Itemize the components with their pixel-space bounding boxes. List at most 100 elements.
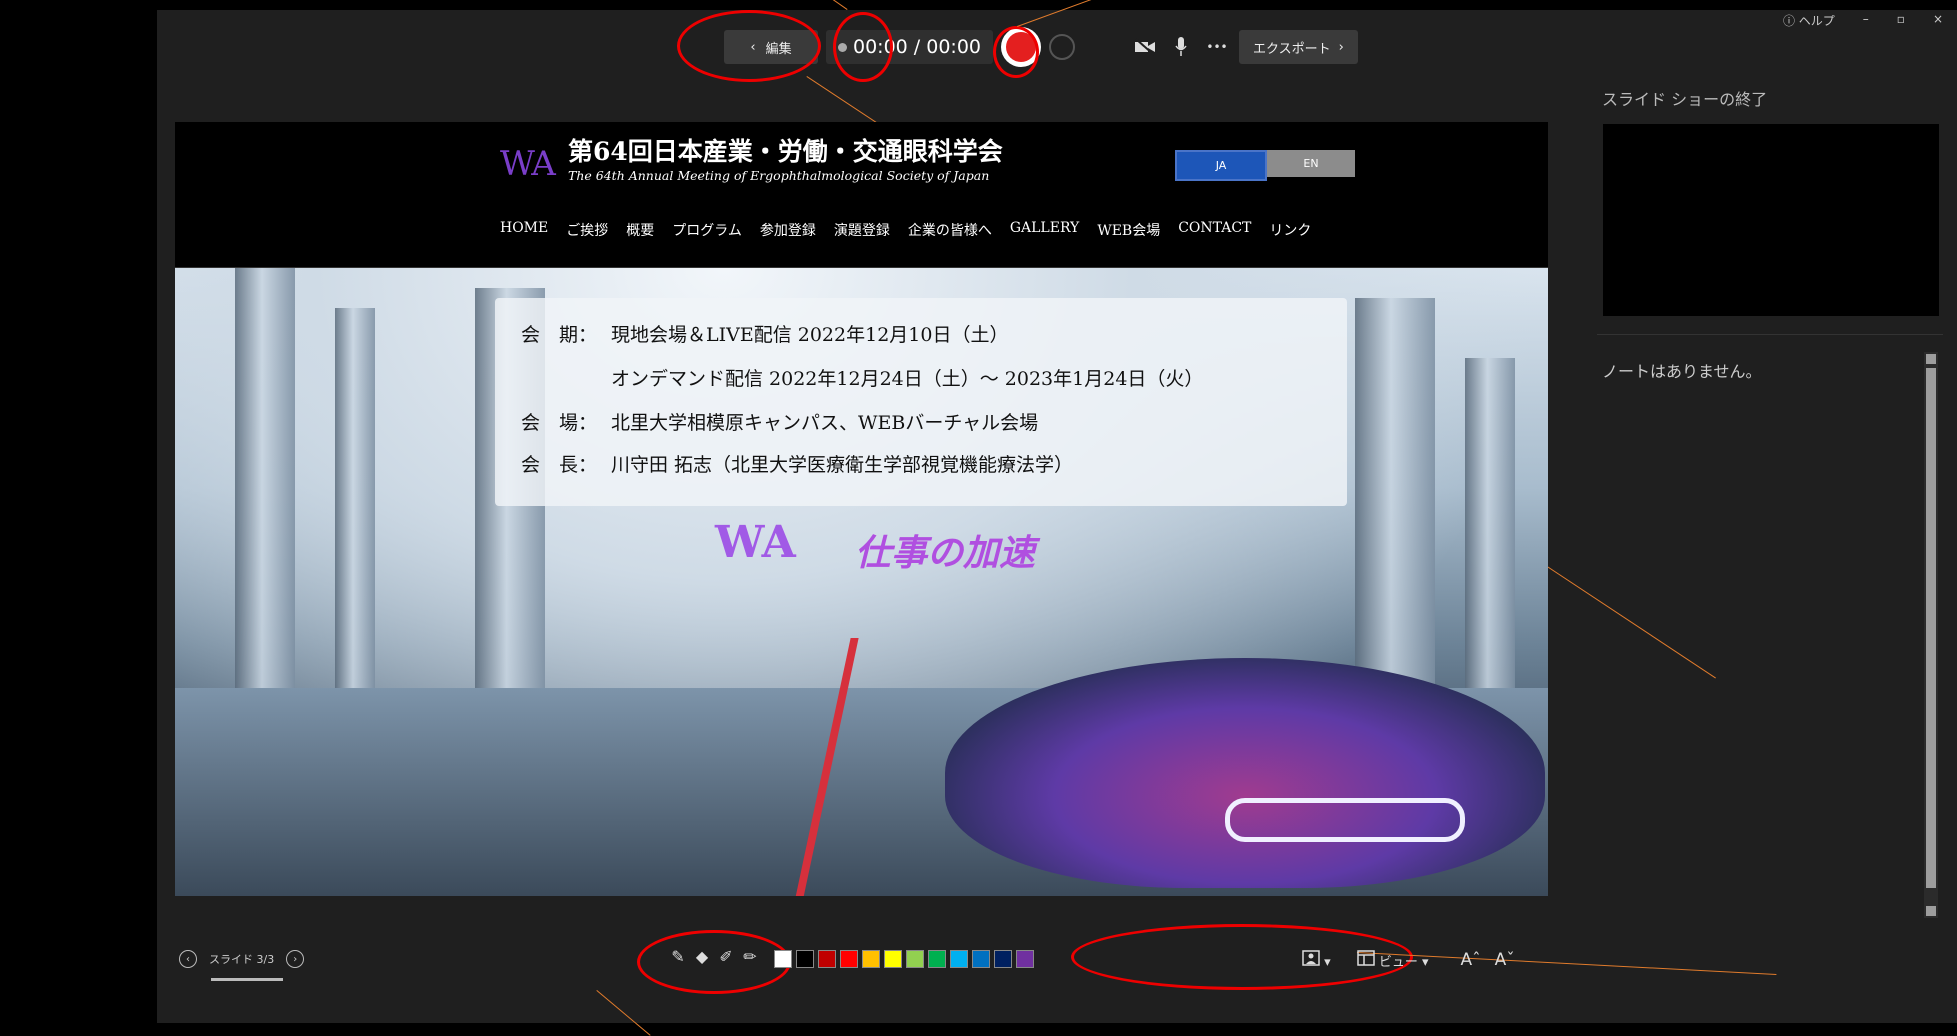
nav-item: リンク <box>1269 223 1312 239</box>
stop-button[interactable] <box>1049 34 1075 60</box>
scroll-down-icon[interactable] <box>1926 906 1936 916</box>
car-headlight <box>1225 798 1465 842</box>
ink-color-swatch[interactable] <box>862 950 880 968</box>
info-text: 現地会場＆LIVE配信 2022年12月10日（土） <box>611 324 1009 346</box>
ink-color-swatch[interactable] <box>928 950 946 968</box>
microphone-button[interactable] <box>1167 33 1195 61</box>
conference-subtitle: The 64th Annual Meeting of Ergophthalmol… <box>568 168 990 183</box>
lang-en: EN <box>1267 150 1355 177</box>
camera-view-button[interactable]: ▾ <box>1302 950 1331 970</box>
info-text: 川守田 拓志（北里大学医療衛生学部視覚機能療法学） <box>611 454 1074 476</box>
ink-color-swatch[interactable] <box>796 950 814 968</box>
ink-color-swatch[interactable] <box>818 950 836 968</box>
nav-item: 企業の皆様へ <box>907 223 992 239</box>
top-strip <box>157 0 1957 10</box>
tower-shape <box>1465 358 1515 738</box>
view-dropdown[interactable]: ビュー ▾ <box>1356 950 1429 970</box>
view-controls: ▾ ビュー ▾ Aˆ Aˇ <box>1302 950 1515 970</box>
chevron-right-icon: › <box>1338 39 1344 55</box>
ink-color-swatch[interactable] <box>972 950 990 968</box>
nav-item: GALLERY <box>1009 220 1080 236</box>
next-slide-preview <box>1603 124 1939 316</box>
ink-color-swatch[interactable] <box>994 950 1012 968</box>
nav-item: 参加登録 <box>759 223 816 239</box>
info-row: 会 期： 現地会場＆LIVE配信 2022年12月10日（土） <box>521 320 1008 347</box>
nav-item: WEB会場 <box>1097 223 1161 239</box>
camera-off-icon <box>1135 38 1155 56</box>
slide-counter-underline <box>211 978 283 981</box>
next-slide-button[interactable]: › <box>286 950 305 968</box>
car-shape <box>945 658 1545 888</box>
current-slide: WA 第64回日本産業・労働・交通眼科学会 The 64th Annual Me… <box>175 122 1548 896</box>
annotation-more-ellipse <box>993 26 1039 78</box>
help-label: ヘルプ <box>1798 14 1835 28</box>
tagline-logo: WA <box>715 517 796 568</box>
info-row: 会 場： 北里大学相模原キャンパス、WEBバーチャル会場 <box>521 408 1038 435</box>
close-button[interactable]: × <box>1933 12 1943 29</box>
info-label: 会 長： <box>521 454 598 476</box>
conference-title: 第64回日本産業・労働・交通眼科学会 <box>568 137 1003 166</box>
presenter-view: ‹ 編集 00:00 / 00:00 ••• エクスポート › ⓘ ヘルプ – <box>157 0 1957 1036</box>
info-label: 会 期： <box>521 324 598 346</box>
annotation-line <box>596 990 651 1036</box>
ink-tools: ✎ ◆ ✐ ✏ <box>669 946 759 966</box>
divider <box>1597 334 1943 335</box>
highlighter-tool-icon[interactable]: ✐ <box>717 946 735 966</box>
dropdown-arrow-icon: ▾ <box>1324 955 1331 970</box>
ink-color-swatch[interactable] <box>950 950 968 968</box>
notes-scrollbar[interactable] <box>1924 352 1938 918</box>
export-button[interactable]: エクスポート › <box>1239 30 1358 64</box>
ink-color-palette <box>774 950 1034 968</box>
slide-website-header: WA 第64回日本産業・労働・交通眼科学会 The 64th Annual Me… <box>175 122 1548 268</box>
slide-navigation: ‹ スライド 3/3 › <box>179 950 305 981</box>
eraser-tool-icon[interactable]: ◆ <box>693 946 711 966</box>
person-frame-icon <box>1302 950 1320 966</box>
ink-color-swatch[interactable] <box>840 950 858 968</box>
more-options-button[interactable]: ••• <box>1203 33 1231 61</box>
ink-color-swatch[interactable] <box>906 950 924 968</box>
pen-tool-icon[interactable]: ✎ <box>669 946 687 966</box>
ink-color-swatch[interactable] <box>884 950 902 968</box>
tagline-text: 仕事の加速 <box>855 532 1036 574</box>
font-increase-button[interactable]: Aˆ <box>1461 950 1481 970</box>
export-label: エクスポート <box>1253 41 1331 57</box>
language-switch: JA EN <box>1175 150 1355 181</box>
info-row: 会 長： 川守田 拓志（北里大学医療衛生学部視覚機能療法学） <box>521 450 1073 477</box>
info-text: 北里大学相模原キャンパス、WEBバーチャル会場 <box>611 412 1039 434</box>
minimize-button[interactable]: – <box>1863 12 1869 29</box>
ink-color-swatch[interactable] <box>774 950 792 968</box>
previous-slide-button[interactable]: ‹ <box>179 950 197 968</box>
nav-item: 概要 <box>626 223 655 239</box>
nav-item: HOME <box>500 220 549 236</box>
help-button[interactable]: ⓘ ヘルプ <box>1783 12 1835 29</box>
annotation-record-ellipse <box>833 12 893 82</box>
slide-counter: スライド 3/3 <box>209 953 275 966</box>
nav-item: プログラム <box>672 223 742 239</box>
event-info-box: 会 期： 現地会場＆LIVE配信 2022年12月10日（土） オンデマンド配信 … <box>495 298 1347 506</box>
ink-color-swatch[interactable] <box>1016 950 1034 968</box>
microphone-icon <box>1175 37 1187 56</box>
scroll-thumb[interactable] <box>1926 368 1936 888</box>
info-text: オンデマンド配信 2022年12月24日（土）～ 2023年1月24日（火） <box>611 368 1204 390</box>
dropdown-arrow-icon: ▾ <box>1421 955 1429 970</box>
nav-item: ご挨拶 <box>566 223 609 239</box>
scroll-up-icon[interactable] <box>1926 354 1936 364</box>
conference-logo: WA <box>500 144 556 184</box>
font-decrease-button[interactable]: Aˇ <box>1495 950 1515 970</box>
view-label: ビュー <box>1378 955 1418 970</box>
restore-button[interactable]: ▫ <box>1897 12 1905 29</box>
site-nav-menu: HOME ご挨拶 概要 プログラム 参加登録 演題登録 企業の皆様へ GALLE… <box>500 220 1311 240</box>
lang-ja: JA <box>1175 150 1267 181</box>
nav-item: CONTACT <box>1178 220 1252 236</box>
end-slideshow-link[interactable]: スライド ショーの終了 <box>1602 86 1767 110</box>
layout-icon <box>1356 950 1375 966</box>
window-controls: ⓘ ヘルプ – ▫ × <box>1783 12 1943 29</box>
camera-off-button[interactable] <box>1131 33 1159 61</box>
info-row: オンデマンド配信 2022年12月24日（土）～ 2023年1月24日（火） <box>521 364 1203 391</box>
marker-tool-icon[interactable]: ✏ <box>741 946 759 966</box>
speaker-notes: ノートはありません。 <box>1602 362 1762 381</box>
nav-item: 演題登録 <box>833 223 890 239</box>
annotation-timer-ellipse <box>677 10 821 82</box>
help-icon: ⓘ <box>1782 14 1799 28</box>
info-label: 会 場： <box>521 412 598 434</box>
